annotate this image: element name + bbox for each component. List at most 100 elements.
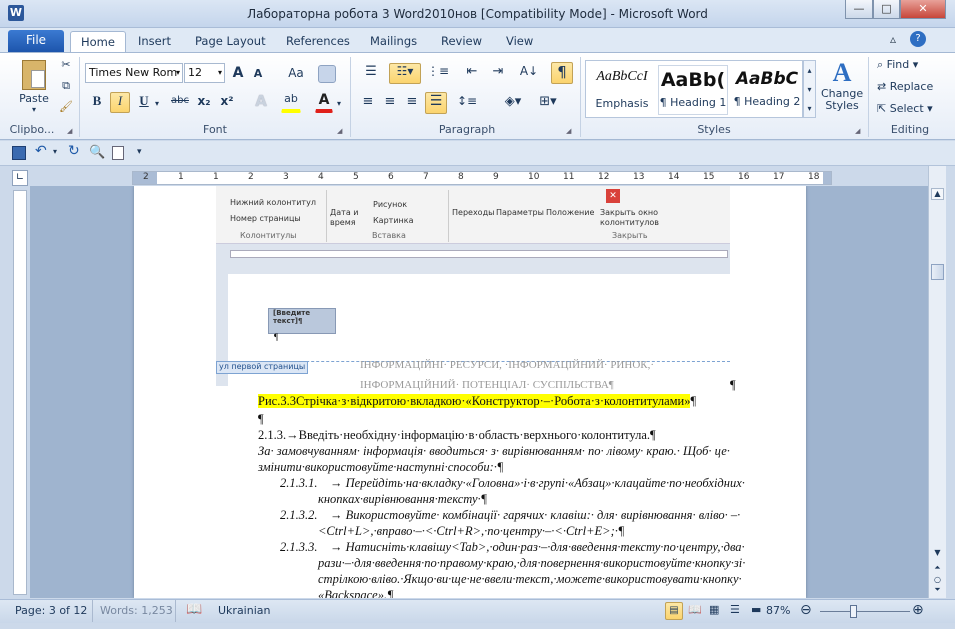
dialog-launcher-icon[interactable]: ◢ [337, 127, 342, 135]
paste-button[interactable]: Paste ▾ [14, 57, 54, 115]
style-heading2[interactable]: AaBbC ¶ Heading 2 [732, 65, 802, 115]
font-color-dropdown-icon[interactable]: ▾ [337, 99, 341, 108]
line-spacing-icon[interactable]: ↕≡ [455, 93, 479, 113]
proofing-icon[interactable]: 📖 [186, 602, 202, 617]
vertical-ruler[interactable] [13, 190, 27, 595]
document-page[interactable]: Нижний колонтитул Номер страницы Колонти… [134, 186, 806, 598]
draft-view-icon[interactable]: ▬ [751, 603, 761, 616]
help-icon[interactable]: ? [910, 31, 926, 47]
font-size-combo[interactable]: 12 ▾ [184, 63, 225, 83]
list-item-2-line1[interactable]: → Використовуйте· комбінації· гарячих· к… [330, 508, 740, 523]
undo-dropdown-icon[interactable]: ▾ [53, 147, 57, 156]
style-emphasis[interactable]: Emphasis [590, 97, 654, 110]
align-left-icon[interactable]: ≡ [358, 93, 378, 113]
scroll-down-icon[interactable]: ▼ [931, 548, 944, 560]
find-button[interactable]: ⌕ Find ▾ [876, 57, 942, 75]
scroll-thumb[interactable] [931, 264, 944, 280]
figure-caption[interactable]: Рис.3.3Стрічка·з·відкритою·вкладкою·«Кон… [258, 394, 696, 409]
intro-line2[interactable]: змінити·використовуйте·наступні·способи:… [258, 460, 503, 475]
undo-icon[interactable]: ↶ [35, 143, 47, 159]
section-heading[interactable]: 2.1.3.→Введіть·необхідну·інформацію·в·об… [258, 428, 656, 443]
list-item-2-line2[interactable]: <Ctrl+L>,·вправо·–·<·Ctrl+R>,·по·центру·… [318, 524, 624, 539]
styles-scroll[interactable]: ▴ ▾ ▾ [803, 60, 816, 118]
list-item-3-line3[interactable]: стрілкою·вліво.·Якщо·ви·ще·не·ввели·текс… [318, 572, 742, 587]
tab-references[interactable]: References [276, 31, 360, 52]
subscript-button[interactable]: x₂ [195, 93, 213, 111]
strikethrough-button[interactable]: abc [168, 94, 192, 112]
align-center-icon[interactable]: ≡ [380, 93, 400, 113]
format-painter-icon[interactable]: 🖌 [58, 99, 74, 115]
next-page-icon[interactable]: ⏷ [931, 585, 944, 597]
style-heading1[interactable]: AaBb( ¶ Heading 1 [658, 65, 728, 115]
justify-icon[interactable]: ☰ [425, 92, 447, 114]
highlight-color-icon[interactable]: ab [281, 91, 301, 113]
superscript-button[interactable]: x² [218, 93, 236, 111]
increase-indent-icon[interactable]: ⇥ [488, 63, 508, 83]
vertical-scrollbar[interactable]: ▲ ▼ ⏶ ○ ⏷ [928, 166, 946, 598]
change-styles-button[interactable]: A Change Styles [820, 57, 864, 121]
scroll-up-icon[interactable]: ▲ [931, 188, 944, 200]
print-layout-view-icon[interactable]: ▤ [665, 602, 683, 620]
maximize-button[interactable]: □ [873, 0, 900, 19]
multilevel-list-icon[interactable]: ⋮≡ [424, 63, 452, 83]
tab-page-layout[interactable]: Page Layout [185, 31, 276, 52]
select-button[interactable]: ⇱ Select ▾ [876, 101, 942, 119]
page-count[interactable]: Page: 3 of 12 [15, 604, 87, 617]
font-name-combo[interactable]: Times New Rom ▾ [85, 63, 183, 83]
shading-icon[interactable]: ◈▾ [500, 93, 526, 113]
text-effects-icon[interactable]: A [250, 91, 272, 113]
zoom-in-icon[interactable]: ⊕ [912, 602, 924, 618]
tab-file[interactable]: File [8, 30, 64, 52]
dialog-launcher-icon[interactable]: ◢ [855, 127, 860, 135]
outline-view-icon[interactable]: ☰ [730, 603, 740, 616]
minimize-button[interactable]: — [845, 0, 873, 19]
sort-icon[interactable]: A↓ [518, 63, 540, 83]
font-color-icon[interactable]: A [315, 91, 333, 113]
web-layout-icon[interactable]: ▦ [709, 603, 719, 616]
bullets-icon[interactable]: ☰ [358, 63, 384, 83]
tab-mailings[interactable]: Mailings [360, 31, 427, 52]
tab-view[interactable]: View [496, 31, 543, 52]
copy-icon[interactable]: ⧉ [58, 78, 74, 94]
tab-selector[interactable]: ∟ [12, 170, 28, 186]
dialog-launcher-icon[interactable]: ◢ [67, 127, 72, 135]
full-screen-reading-icon[interactable]: 📖 [688, 603, 702, 616]
list-item-3-line2[interactable]: рази·–·для·введення·по·правому·краю,·для… [318, 556, 745, 571]
tab-review[interactable]: Review [431, 31, 492, 52]
dialog-launcher-icon[interactable]: ◢ [566, 127, 571, 135]
language-indicator[interactable]: Ukrainian [218, 604, 270, 617]
cut-icon[interactable]: ✂ [58, 57, 74, 73]
print-preview-icon[interactable]: 🔍 [89, 145, 105, 160]
list-item-3-line1[interactable]: → Натисніть·клавішу<Tab>,·один·раз·–·для… [330, 540, 745, 555]
bold-button[interactable]: B [87, 92, 107, 112]
zoom-slider-thumb[interactable] [850, 605, 857, 618]
italic-button[interactable]: I [110, 92, 130, 113]
grow-font-button[interactable]: A [229, 64, 247, 84]
horizontal-ruler[interactable]: 2 1 1 2 3 4 5 6 7 8 9 10 11 12 13 14 15 16 17 18 [132, 171, 832, 185]
word-count[interactable]: Words: 1,253 [100, 604, 173, 617]
tab-insert[interactable]: Insert [128, 31, 181, 52]
list-item-3-line4[interactable]: «Backspace».¶ [318, 588, 394, 598]
tab-home[interactable]: Home [70, 31, 126, 52]
zoom-out-icon[interactable]: ⊖ [800, 602, 812, 618]
save-icon[interactable] [12, 146, 26, 160]
decrease-indent-icon[interactable]: ⇤ [462, 63, 482, 83]
list-item-1-line1[interactable]: → Перейдіть·на·вкладку·«Головна»·і·в·гру… [330, 476, 745, 491]
zoom-slider-track[interactable] [820, 611, 910, 612]
show-formatting-marks-button[interactable]: ¶ [551, 62, 573, 84]
borders-icon[interactable]: ⊞▾ [535, 93, 561, 113]
zoom-level[interactable]: 87% [766, 604, 790, 617]
clear-formatting-icon[interactable] [318, 65, 336, 83]
close-window-button[interactable]: ✕ [900, 0, 946, 19]
change-case-button[interactable]: Aa [282, 65, 310, 83]
replace-button[interactable]: ⇄ Replace [876, 79, 942, 97]
align-right-icon[interactable]: ≡ [402, 93, 422, 113]
intro-line1[interactable]: За· замовчуванням· інформація· вводиться… [258, 444, 730, 459]
previous-page-icon[interactable]: ⏶ [931, 563, 944, 575]
underline-button[interactable]: U [134, 92, 154, 112]
redo-icon[interactable]: ↻ [68, 143, 80, 159]
styles-gallery[interactable]: AaBbCcI Emphasis AaBb( ¶ Heading 1 AaBbC… [585, 60, 803, 118]
new-document-icon[interactable] [112, 146, 124, 160]
list-item-1-line2[interactable]: кнопках·вирівнювання·тексту·¶ [318, 492, 487, 507]
customize-qat-icon[interactable]: ▾ [137, 147, 142, 157]
